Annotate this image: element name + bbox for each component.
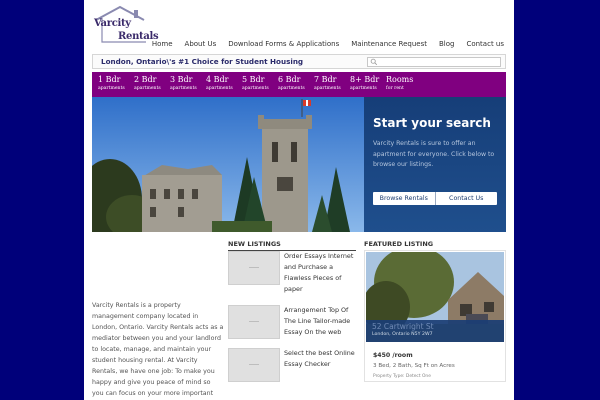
nav-blog[interactable]: Blog [433, 40, 460, 48]
listing-item[interactable]: Select the best Online Essay Checker [228, 348, 356, 388]
bednav-rooms[interactable]: Rooms for rent [380, 72, 416, 97]
listing-thumbnail[interactable] [228, 251, 280, 285]
nav-maintenance-request[interactable]: Maintenance Request [345, 40, 433, 48]
hero-image [92, 97, 366, 232]
bednav-sublabel: for rent [386, 86, 404, 91]
featured-price: $450 /room [373, 352, 413, 359]
bednav-label: 6 Bdr [278, 75, 301, 84]
bednav-label: 3 Bdr [170, 75, 193, 84]
bednav-2-bdr[interactable]: 2 Bdr apartments [128, 72, 164, 97]
logo-word-varcity: Varcity [94, 18, 131, 29]
bednav-sublabel: apartments [242, 86, 269, 91]
bednav-sublabel: apartments [206, 86, 233, 91]
tagline-bar: London, Ontario\'s #1 Choice for Student… [92, 54, 506, 69]
listing-item[interactable]: Order Essays Internet and Purchase a Fla… [228, 251, 356, 293]
bednav-label: Rooms [386, 75, 414, 84]
featured-city: London, Ontario N5Y 2W7 [372, 332, 433, 337]
nav-contact-us[interactable]: Contact us [460, 40, 506, 48]
bednav-label: 5 Bdr [242, 75, 265, 84]
new-listings-heading: NEW LISTINGS [228, 240, 356, 251]
bednav-6-bdr[interactable]: 6 Bdr apartments [272, 72, 308, 97]
search-input[interactable] [367, 57, 501, 67]
featured-listing-card[interactable]: 52 Cartwright St London, Ontario N5Y 2W7… [364, 250, 506, 382]
bednav-4-bdr[interactable]: 4 Bdr apartments [200, 72, 236, 97]
bednav-label: 8+ Bdr [350, 75, 380, 84]
start-search-title: Start your search [373, 116, 491, 130]
listing-title[interactable]: Select the best Online Essay Checker [284, 348, 356, 370]
featured-info: 3 Bed, 2 Bath, Sq Ft on Acres [373, 363, 455, 369]
listing-thumbnail[interactable] [228, 305, 280, 339]
listing-item[interactable]: Arrangement Top Of The Line Tailor-made … [228, 305, 356, 345]
page: Varcity Rentals Home About Us Download F… [84, 0, 514, 400]
top-nav: Home About Us Download Forms & Applicati… [146, 40, 506, 48]
bednav-label: 4 Bdr [206, 75, 229, 84]
featured-photo[interactable]: 52 Cartwright St London, Ontario N5Y 2W7 [366, 252, 504, 342]
listing-title[interactable]: Arrangement Top Of The Line Tailor-made … [284, 305, 356, 338]
about-text: Varcity Rentals is a property management… [92, 302, 224, 397]
bednav-7-bdr[interactable]: 7 Bdr apartments [308, 72, 344, 97]
bednav-8-bdr[interactable]: 8+ Bdr apartments [344, 72, 380, 97]
featured-caption: 52 Cartwright St London, Ontario N5Y 2W7 [366, 320, 504, 342]
featured-property-type: Property Type: Detect One [373, 374, 431, 379]
bednav-sublabel: apartments [134, 86, 161, 91]
search-icon[interactable] [370, 58, 378, 66]
bednav-sublabel: apartments [350, 86, 377, 91]
bednav-5-bdr[interactable]: 5 Bdr apartments [236, 72, 272, 97]
bednav-3-bdr[interactable]: 3 Bdr apartments [164, 72, 200, 97]
bednav-label: 7 Bdr [314, 75, 337, 84]
bednav-label: 1 Bdr [98, 75, 121, 84]
start-search-description: Varcity Rentals is sure to offer an apar… [373, 140, 495, 168]
tagline: London, Ontario\'s #1 Choice for Student… [101, 57, 304, 66]
search-buttons: Browse Rentals Contact Us [373, 192, 497, 205]
start-search-panel: Start your search Varcity Rentals is sur… [364, 97, 506, 232]
logo[interactable]: Varcity Rentals [92, 4, 159, 44]
featured-address: 52 Cartwright St [372, 322, 434, 331]
nav-home[interactable]: Home [146, 40, 179, 48]
bednav-label: 2 Bdr [134, 75, 157, 84]
browse-rentals-button[interactable]: Browse Rentals [373, 192, 435, 205]
nav-about-us[interactable]: About Us [179, 40, 223, 48]
listing-title[interactable]: Order Essays Internet and Purchase a Fla… [284, 251, 356, 295]
bedroom-nav: 1 Bdr apartments 2 Bdr apartments 3 Bdr apa… [92, 72, 506, 97]
bednav-sublabel: apartments [278, 86, 305, 91]
listing-thumbnail[interactable] [228, 348, 280, 382]
contact-us-button[interactable]: Contact Us [434, 192, 498, 205]
nav-download-forms[interactable]: Download Forms & Applications [222, 40, 345, 48]
bednav-sublabel: apartments [314, 86, 341, 91]
bednav-sublabel: apartments [170, 86, 197, 91]
bednav-1-bdr[interactable]: 1 Bdr apartments [92, 72, 128, 97]
bednav-sublabel: apartments [98, 86, 125, 91]
